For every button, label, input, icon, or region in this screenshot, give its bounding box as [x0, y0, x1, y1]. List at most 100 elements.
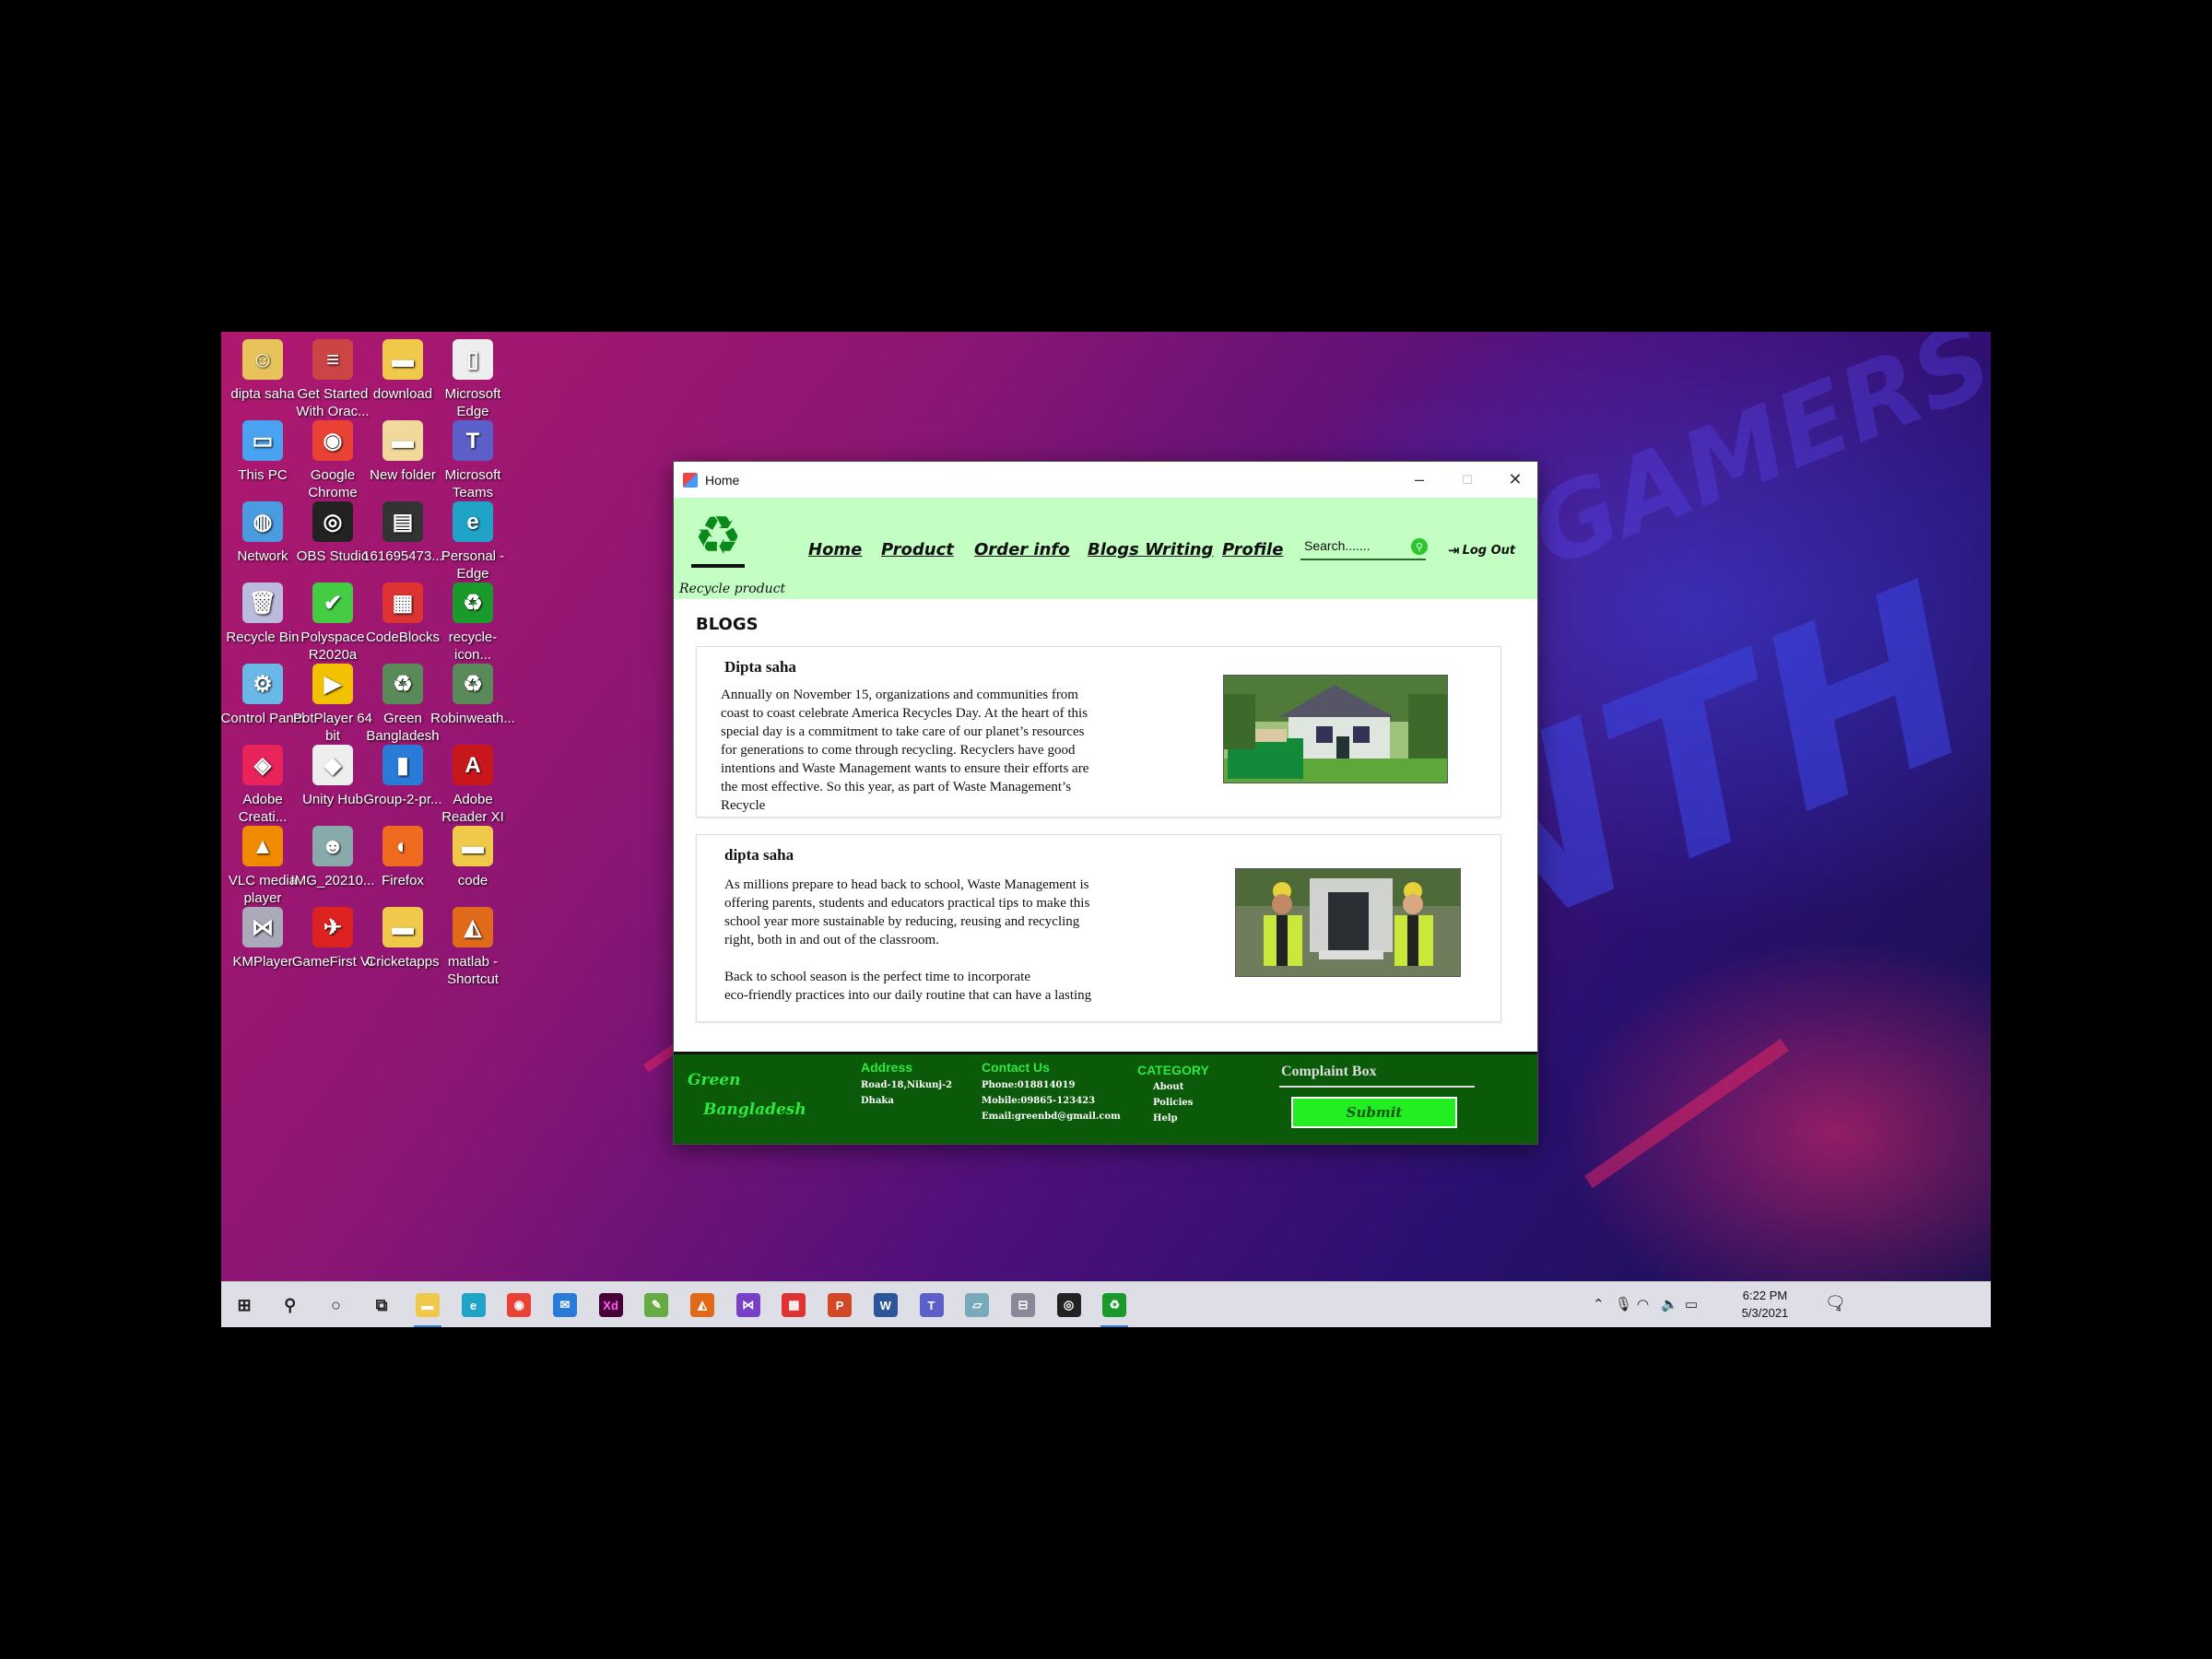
desktop-icon[interactable]: ♻ Robinweath... — [430, 662, 515, 727]
desktop-icon-label: Microsoft Edge — [444, 386, 501, 419]
recycle-icon: ♻ — [453, 664, 493, 704]
category-help-link[interactable]: Help — [1153, 1111, 1178, 1126]
maximize-button[interactable]: ☐ — [1443, 462, 1491, 498]
potplayer-icon: ▶ — [312, 664, 353, 704]
chevron-up-icon[interactable]: ⌃ — [1593, 1296, 1605, 1312]
wallpaper-stroke — [1583, 1038, 1790, 1189]
database-icon: ≡ — [312, 339, 353, 380]
word-icon[interactable]: W — [870, 1289, 901, 1321]
file-explorer-icon[interactable]: ▬ — [412, 1289, 443, 1327]
computer-icon: ▭ — [242, 420, 283, 461]
start-icon[interactable]: ⊞ — [229, 1289, 260, 1321]
contact-heading: Contact Us — [982, 1060, 1050, 1075]
home-window: Home – ☐ ✕ ♻ Recycle product Home Produc… — [673, 461, 1538, 1145]
post-body: Annually on November 15, organizations a… — [721, 688, 1089, 813]
category-policies-link[interactable]: Policies — [1153, 1095, 1193, 1111]
close-button[interactable]: ✕ — [1491, 462, 1539, 498]
logout-icon: ⇥ — [1448, 542, 1460, 559]
folder-icon: ▬ — [382, 907, 423, 947]
battery-icon[interactable]: ▭ — [1685, 1296, 1698, 1312]
vlc-icon: ▲ — [242, 826, 283, 866]
desktop-icon-label: Personal - Edge — [441, 548, 505, 582]
file-explorer-icon-glyph: ▬ — [415, 1293, 440, 1317]
complaint-input-line[interactable] — [1279, 1086, 1475, 1088]
desktop-icon-label: matlab - Shortcut — [447, 954, 499, 987]
post-author: Dipta saha — [724, 658, 796, 676]
search-icon-glyph: ⚲ — [284, 1295, 297, 1314]
desktop-icon[interactable]: ▬ code — [430, 824, 515, 889]
nav-home[interactable]: Home — [808, 540, 862, 559]
desktop-icon[interactable]: A Adobe Reader XI — [430, 743, 515, 826]
recycle-logo[interactable]: ♻ — [681, 509, 755, 568]
visual-studio-icon[interactable]: ⋈ — [733, 1289, 764, 1321]
desktop-icon[interactable]: ▯ Microsoft Edge — [430, 337, 515, 420]
logout-button[interactable]: ⇥ Log Out — [1448, 542, 1515, 559]
folder-icon: ▬ — [382, 339, 423, 380]
nav-order-info[interactable]: Order info — [974, 540, 1070, 559]
recycle-icon: ♻ — [382, 664, 423, 704]
clock[interactable]: 6:22 PM 5/3/2021 — [1733, 1287, 1797, 1322]
obs-icon: ◎ — [312, 501, 353, 542]
desktop-icon[interactable]: e Personal - Edge — [430, 500, 515, 582]
desktop-icon-label: Robinweath... — [430, 711, 515, 726]
windows-app-icon[interactable]: ▦ — [778, 1289, 809, 1321]
cortana-icon[interactable]: ○ — [320, 1289, 351, 1321]
recycle-icon: ♻ — [453, 582, 493, 623]
submit-button[interactable]: Submit — [1291, 1097, 1457, 1128]
search-input[interactable] — [1300, 535, 1402, 557]
category-about-link[interactable]: About — [1153, 1079, 1183, 1095]
mail-icon[interactable]: ✉ — [549, 1289, 581, 1321]
obs-icon[interactable]: ◎ — [1053, 1289, 1085, 1321]
image-icon: ▤ — [382, 501, 423, 542]
search-icon[interactable]: ⚲ — [275, 1289, 306, 1321]
chrome-icon-glyph: ◉ — [507, 1293, 532, 1317]
folder-icon: ▬ — [453, 826, 493, 866]
recycle-app-icon[interactable]: ♻ — [1099, 1289, 1130, 1327]
notepad-icon[interactable]: ✎ — [641, 1289, 672, 1321]
desktop-icon[interactable]: T Microsoft Teams — [430, 418, 515, 501]
notepad2-icon[interactable]: ▱ — [961, 1289, 993, 1321]
adobe-xd-icon-glyph: Xd — [598, 1293, 623, 1317]
teams-icon[interactable]: T — [916, 1289, 947, 1321]
post-image — [1223, 675, 1448, 783]
nav-profile[interactable]: Profile — [1222, 540, 1283, 559]
window-title: Home — [705, 472, 740, 488]
wifi-icon[interactable]: ◠ — [1637, 1296, 1649, 1312]
nav-product[interactable]: Product — [881, 540, 954, 559]
nav-blogs-writing[interactable]: Blogs Writing — [1088, 540, 1213, 559]
edge-icon: e — [453, 501, 493, 542]
start-icon-glyph: ⊞ — [237, 1295, 252, 1314]
edge-icon[interactable]: e — [458, 1289, 489, 1321]
chrome-icon[interactable]: ◉ — [503, 1289, 535, 1321]
powerpoint-icon[interactable]: P — [824, 1289, 855, 1321]
footer-brand-line2: Bangladesh — [703, 1100, 806, 1119]
blog-post: Dipta saha Annually on November 15, orga… — [696, 646, 1501, 818]
recycle-app-icon-glyph: ♻ — [1102, 1293, 1127, 1317]
control-panel-icon: ⚙ — [242, 664, 283, 704]
microphone-icon[interactable]: 🎙 — [1615, 1296, 1632, 1312]
address-line: Road-18,Nikunj-2 — [861, 1080, 953, 1090]
cortana-icon-glyph: ○ — [330, 1295, 341, 1314]
desktop-icon[interactable]: ◭ matlab - Shortcut — [430, 905, 515, 988]
firefox-icon: ◐ — [382, 826, 423, 866]
desktop-icon[interactable]: ♻ recycle-icon... — [430, 581, 515, 664]
task-view-icon[interactable]: ⧉ — [366, 1289, 397, 1321]
network-app-icon[interactable]: ⊟ — [1007, 1289, 1039, 1321]
volume-icon[interactable]: 🔈 — [1661, 1296, 1678, 1312]
navbar: ♻ Recycle product Home Product Order inf… — [674, 498, 1537, 599]
minimize-button[interactable]: – — [1395, 462, 1443, 498]
recycle-bin-icon: 🗑 — [242, 582, 283, 623]
contact-phone: Phone:018814019 — [982, 1080, 1076, 1090]
powerpoint-icon-glyph: P — [828, 1293, 853, 1317]
address-heading: Address — [861, 1060, 913, 1075]
clock-time: 6:22 PM — [1742, 1288, 1788, 1302]
window-titlebar[interactable]: Home – ☐ ✕ — [674, 462, 1537, 498]
desktop-icon-label: recycle-icon... — [448, 629, 498, 663]
task-view-icon-glyph: ⧉ — [375, 1295, 388, 1314]
matlab-icon[interactable]: ◭ — [687, 1289, 718, 1321]
adobe-xd-icon[interactable]: Xd — [595, 1289, 627, 1321]
search-icon[interactable]: ⚲ — [1411, 538, 1428, 555]
document-icon: ▮ — [382, 745, 423, 785]
windows-app-icon-glyph: ▦ — [782, 1293, 806, 1317]
network-app-icon-glyph: ⊟ — [1010, 1293, 1035, 1317]
